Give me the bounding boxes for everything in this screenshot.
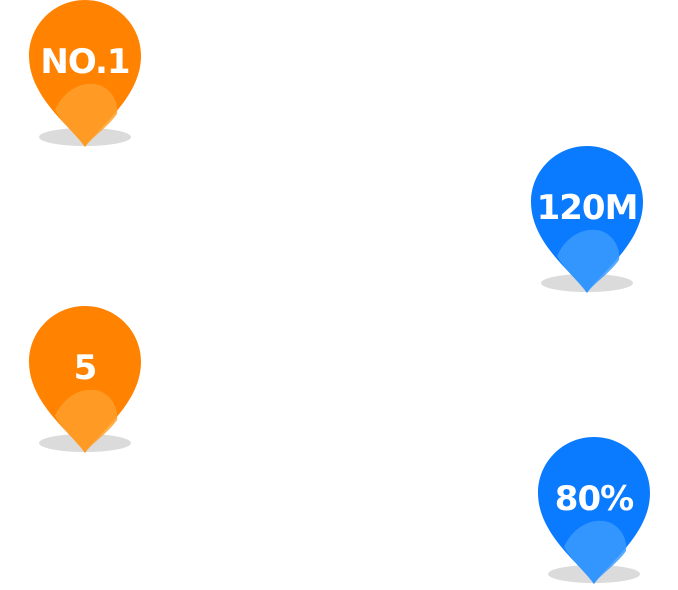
pin-label: NO.1 — [40, 42, 130, 82]
pin-marker-120m: 120M — [531, 146, 643, 298]
pin-label: 80% — [554, 479, 634, 519]
pin-label: 5 — [73, 348, 98, 388]
pin-label: 120M — [536, 188, 639, 228]
pin-marker-80-percent: 80% — [538, 437, 650, 589]
pin-marker-no1: NO.1 — [29, 0, 141, 152]
pin-marker-5: 5 — [29, 306, 141, 458]
